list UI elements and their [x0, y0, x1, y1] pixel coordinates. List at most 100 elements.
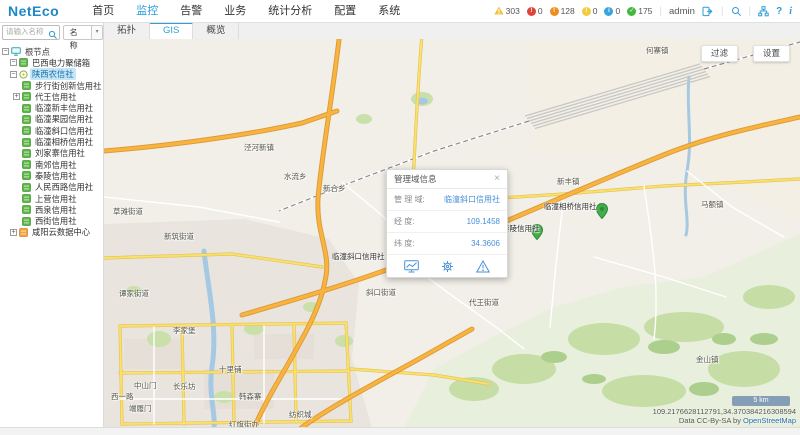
tree-expander-icon[interactable]: + [13, 93, 20, 100]
alarm-count: 0 [593, 6, 598, 16]
tree-item-label: 根节点 [23, 46, 52, 58]
map-place-label: 泾河新镇 [244, 142, 274, 153]
tree-expander-icon[interactable]: − [2, 48, 9, 55]
alarm-circle-icon: ! [550, 7, 559, 16]
tab-overview[interactable]: 概览 [193, 22, 239, 39]
nav-item-statistics[interactable]: 统计分析 [257, 1, 323, 22]
tree-item-label: 西泉信用社 [33, 204, 79, 216]
popup-row-value[interactable]: 临潼斜口信用社 [444, 194, 500, 205]
openstreetmap-link[interactable]: OpenStreetMap [743, 416, 796, 425]
tree-item-1[interactable]: − 巴西电力聚储箱 [0, 57, 103, 68]
tree-item-4[interactable]: + 代王信用社 [0, 91, 103, 102]
map-place-label: 李家堡 [173, 325, 196, 336]
tree-search-input[interactable] [4, 26, 50, 37]
tree-item-13[interactable]: 上营信用社 [0, 193, 103, 204]
help-icon[interactable]: ? [776, 6, 782, 17]
marker-pin-icon[interactable] [596, 203, 608, 219]
tree-item-10[interactable]: 南郊信用社 [0, 159, 103, 170]
map-attribution: Data CC-By-SA by OpenStreetMap [679, 416, 796, 425]
popup-actions [387, 255, 507, 277]
filter-by-name-button[interactable]: 名称 [63, 25, 93, 40]
performance-icon[interactable] [404, 260, 419, 273]
nav-item-monitoring[interactable]: 监控 [125, 1, 169, 22]
nav-item-config[interactable]: 配置 [323, 1, 367, 22]
alarm-badge-critical[interactable]: !0 [527, 2, 543, 20]
map-place-label: 新丰镇 [557, 176, 580, 187]
alarm-circle-icon: ✓ [627, 7, 636, 16]
settings-icon[interactable] [441, 260, 454, 273]
tab-gis[interactable]: GIS [150, 22, 193, 39]
tree-expander-icon[interactable]: − [10, 71, 17, 78]
alarm-count: 128 [561, 6, 575, 16]
map-filter-button[interactable]: 过滤 [701, 45, 738, 62]
popup-row-label: 纬 度: [394, 238, 414, 249]
logout-icon[interactable] [702, 6, 714, 17]
green-icon [22, 171, 31, 180]
map-settings-button[interactable]: 设置 [753, 45, 790, 62]
neteco-logo: NetEco [8, 3, 59, 19]
tree-item-6[interactable]: 临潼果园信用社 [0, 114, 103, 125]
map-place-label: 新合乡 [323, 183, 346, 194]
tree-item-label: 巴西电力聚储箱 [30, 57, 92, 69]
popup-row: 纬 度: 34.3606 [387, 233, 507, 255]
tree-item-12[interactable]: 人民西路信用社 [0, 182, 103, 193]
green-icon [22, 183, 31, 192]
green-icon [19, 58, 28, 67]
alarm-badge-prompt[interactable]: i0 [604, 2, 620, 20]
map-place-label: 马额镇 [701, 199, 724, 210]
tree-item-14[interactable]: 西泉信用社 [0, 204, 103, 215]
alarm-badge-major[interactable]: !128 [550, 2, 575, 20]
alarm-badge-minor[interactable]: !0 [582, 2, 598, 20]
tree-item-label: 临潼相桥信用社 [33, 136, 95, 148]
divider: | [749, 6, 752, 17]
horizontal-scrollbar[interactable] [0, 427, 800, 435]
tree-item-label: 代王信用社 [33, 91, 79, 103]
tree-item-0[interactable]: − 根节点 [0, 46, 103, 57]
alarm-icon[interactable] [476, 260, 490, 273]
tree-item-5[interactable]: 临潼新丰信用社 [0, 102, 103, 113]
gis-map[interactable]: 泾河新镇水流乡新合乡草滩街道新筑街道谭家街道李家堡十里铺中山门长乐坊西一路端履门… [104, 39, 800, 428]
device-tree: −根节点−巴西电力聚储箱−陕西农信社步行街创新信用社+代王信用社临潼新丰信用社临… [0, 46, 103, 238]
management-domain-popup: 管理域信息 × 管 理 域:临潼斜口信用社经 度:109.1458纬 度:34.… [386, 169, 508, 278]
nav-item-system[interactable]: 系统 [367, 1, 411, 22]
alarm-circle-icon: i [604, 7, 613, 16]
popup-row-value[interactable]: 34.3606 [471, 239, 500, 248]
current-user[interactable]: admin [669, 6, 695, 17]
nav-item-service[interactable]: 业务 [213, 1, 257, 22]
info-icon[interactable]: i [789, 6, 792, 17]
search-icon[interactable] [48, 27, 58, 45]
tree-item-11[interactable]: 秦陵信用社 [0, 170, 103, 181]
tree-item-2[interactable]: −陕西农信社 [0, 69, 103, 80]
tree-item-label: 步行街创新信用社 [33, 80, 103, 92]
tree-item-15[interactable]: 西街信用社 [0, 215, 103, 226]
alarm-count: 303 [506, 6, 520, 16]
tree-item-8[interactable]: 临潼相桥信用社 [0, 136, 103, 147]
alarm-circle-icon: ! [582, 7, 591, 16]
ring-icon [19, 70, 28, 79]
chevron-down-icon[interactable]: ▾ [92, 25, 103, 40]
tree-item-9[interactable]: 刘家寨信用社 [0, 148, 103, 159]
alarm-badge-warning-total[interactable]: 303 [494, 2, 520, 20]
tree-expander-icon[interactable]: + [10, 229, 17, 236]
popup-row-value[interactable]: 109.1458 [467, 217, 500, 226]
tree-item-16[interactable]: + 咸阳云数据中心 [0, 227, 103, 238]
map-place-label: 西一路 [111, 391, 134, 402]
marker-label: 临潼斜口信用社 [332, 251, 385, 262]
tree-item-label: 咸阳云数据中心 [30, 226, 92, 238]
nav-item-alarm[interactable]: 告警 [169, 1, 213, 22]
tree-expander-icon[interactable]: − [10, 59, 17, 66]
green-icon [22, 194, 31, 203]
tree-item-7[interactable]: 临潼斜口信用社 [0, 125, 103, 136]
search-icon[interactable] [731, 6, 742, 17]
alarm-badge-normal[interactable]: ✓175 [627, 2, 652, 20]
topology-icon[interactable] [758, 6, 769, 17]
tree-item-label: 临潼果园信用社 [33, 113, 95, 125]
close-icon[interactable]: × [494, 174, 500, 184]
nav-item-home[interactable]: 首页 [81, 1, 125, 22]
alarm-count: 0 [615, 6, 620, 16]
map-place-label: 韩森寨 [239, 391, 262, 402]
tree-item-label: 南郊信用社 [33, 159, 79, 171]
tab-topology[interactable]: 拓扑 [104, 22, 150, 39]
tree-item-3[interactable]: 步行街创新信用社 [0, 80, 103, 91]
main-nav: 首页监控告警业务统计分析配置系统 [81, 1, 411, 22]
